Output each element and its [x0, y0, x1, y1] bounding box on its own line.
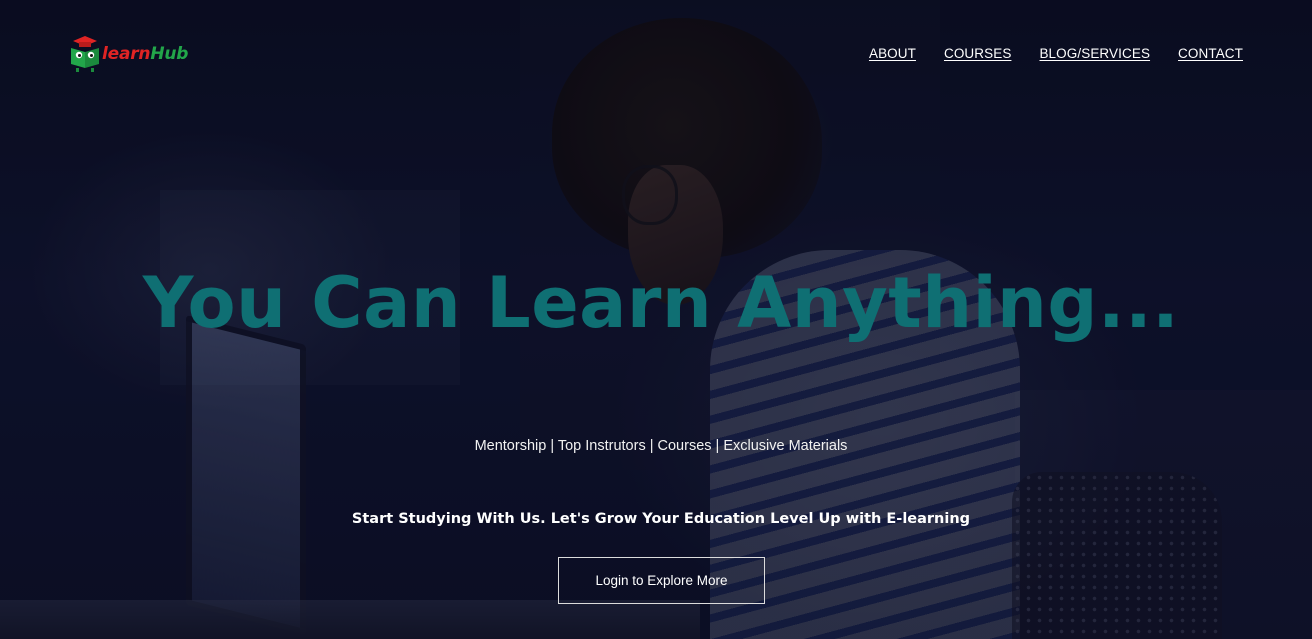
- brand-name: learnHub: [102, 44, 188, 64]
- hero-title: You Can Learn Anything...: [142, 262, 1180, 344]
- nav-link-about[interactable]: ABOUT: [869, 46, 916, 61]
- hero-features: Mentorship | Top Instrutors | Courses | …: [474, 438, 848, 454]
- site-header: learnHub ABOUT COURSES BLOG/SERVICES CON…: [0, 0, 1312, 100]
- nav-link-blog-services[interactable]: BLOG/SERVICES: [1039, 46, 1150, 61]
- login-explore-button[interactable]: Login to Explore More: [558, 557, 765, 604]
- book-graduation-cap-icon: [70, 35, 100, 73]
- hero-tagline: Start Studying With Us. Let's Grow Your …: [351, 511, 971, 527]
- main-nav: ABOUT COURSES BLOG/SERVICES CONTACT: [869, 46, 1243, 61]
- nav-link-courses[interactable]: COURSES: [944, 46, 1011, 61]
- nav-link-contact[interactable]: CONTACT: [1178, 46, 1243, 61]
- brand-name-learn: learn: [102, 44, 151, 64]
- brand-name-hub: Hub: [150, 44, 189, 64]
- brand-logo[interactable]: learnHub: [70, 34, 188, 74]
